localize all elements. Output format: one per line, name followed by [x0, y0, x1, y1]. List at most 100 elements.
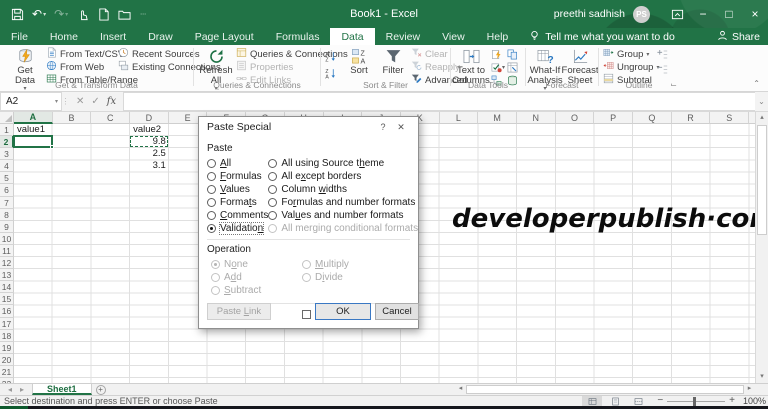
tab-page-layout[interactable]: Page Layout [184, 28, 265, 45]
radio-formulas[interactable]: Formulas [207, 170, 268, 183]
row-header-9[interactable]: 9 [0, 221, 14, 233]
column-header-a[interactable]: A [14, 112, 53, 124]
zoom-in-icon[interactable]: + [729, 396, 735, 406]
cancel-button[interactable]: Cancel [375, 303, 419, 320]
column-header-n[interactable]: N [517, 112, 556, 124]
cancel-entry-icon[interactable]: ✕ [76, 96, 84, 107]
horizontal-scroll-thumb[interactable] [466, 385, 744, 394]
page-layout-view-icon[interactable] [605, 396, 625, 406]
radio-values-and-number-formats[interactable]: Values and number formats [268, 209, 418, 222]
row-header-18[interactable]: 18 [0, 330, 14, 342]
fill-handle[interactable] [50, 145, 54, 149]
group-button[interactable]: Group▾ [603, 48, 659, 60]
radio-icon[interactable] [268, 185, 277, 194]
radio-icon[interactable] [207, 211, 216, 220]
column-header-l[interactable]: L [440, 112, 479, 124]
expand-formula-bar-icon[interactable]: ⌄ [755, 92, 768, 111]
row-header-20[interactable]: 20 [0, 354, 14, 366]
radio-icon[interactable] [268, 159, 277, 168]
zoom-level[interactable]: 100% [738, 396, 766, 406]
cell-D4[interactable]: 3.1 [130, 160, 169, 172]
hide-detail-icon[interactable] [657, 63, 668, 75]
page-break-view-icon[interactable] [628, 396, 648, 406]
sort-descending-icon[interactable]: ZA [325, 67, 336, 79]
insert-function-icon[interactable]: fx [107, 96, 116, 107]
new-file-icon[interactable] [94, 4, 113, 24]
user-name[interactable]: preethi sadhish [554, 8, 625, 20]
tab-help[interactable]: Help [476, 28, 520, 45]
radio-icon[interactable] [207, 198, 216, 207]
ungroup-button[interactable]: Ungroup▾ [603, 61, 659, 73]
tab-data[interactable]: Data [330, 28, 374, 45]
sheet-nav-right-icon[interactable]: ▸ [20, 385, 24, 394]
radio-all[interactable]: All [207, 157, 268, 170]
save-icon[interactable] [8, 4, 27, 24]
zoom-slider-handle[interactable] [693, 397, 696, 406]
outline-dialog-launcher-icon[interactable]: ⌙ [670, 80, 677, 89]
tab-file[interactable]: File [0, 28, 39, 45]
tell-me-box[interactable]: Tell me what you want to do [519, 28, 685, 45]
tab-insert[interactable]: Insert [89, 28, 137, 45]
row-header-6[interactable]: 6 [0, 184, 14, 196]
remove-duplicates-icon[interactable] [507, 48, 521, 61]
row-header-1[interactable]: 1 [0, 124, 14, 136]
row-header-21[interactable]: 21 [0, 366, 14, 378]
column-header-r[interactable]: R [672, 112, 711, 124]
zoom-out-icon[interactable]: − [657, 396, 663, 406]
dialog-help-icon[interactable]: ? [374, 122, 392, 132]
row-header-19[interactable]: 19 [0, 342, 14, 354]
sort-ascending-icon[interactable]: AZ [325, 50, 336, 62]
undo-icon[interactable]: ↶▾ [29, 4, 49, 24]
column-header-q[interactable]: Q [633, 112, 672, 124]
radio-icon[interactable] [207, 159, 216, 168]
close-button[interactable]: × [742, 0, 768, 28]
share-button[interactable]: Share [717, 28, 760, 45]
name-box[interactable]: A2 ▾ [0, 92, 62, 111]
enter-entry-icon[interactable]: ✓ [91, 96, 99, 107]
tab-view[interactable]: View [431, 28, 476, 45]
vertical-scroll-thumb[interactable] [757, 125, 767, 235]
zoom-slider[interactable] [667, 401, 725, 402]
column-header-m[interactable]: M [478, 112, 517, 124]
customize-qat-icon[interactable]: ⋯ [136, 4, 149, 24]
row-header-10[interactable]: 10 [0, 233, 14, 245]
row-header-17[interactable]: 17 [0, 318, 14, 330]
ribbon-display-options-icon[interactable] [664, 0, 690, 28]
column-header-s[interactable]: S [710, 112, 749, 124]
radio-icon[interactable] [207, 185, 216, 194]
row-header-5[interactable]: 5 [0, 172, 14, 184]
column-header-b[interactable]: B [53, 112, 92, 124]
row-header-7[interactable]: 7 [0, 197, 14, 209]
row-header-2[interactable]: 2 [0, 136, 14, 148]
radio-values[interactable]: Values [207, 183, 268, 196]
radio-comments[interactable]: Comments [207, 209, 268, 222]
avatar[interactable]: PS [633, 6, 650, 23]
row-header-15[interactable]: 15 [0, 293, 14, 305]
dialog-title-bar[interactable]: Paste Special ? ✕ [199, 117, 418, 137]
sheet-tab-sheet1[interactable]: Sheet1 [32, 384, 92, 395]
radio-icon[interactable] [268, 211, 277, 220]
cell-D3[interactable]: 2.5 [130, 148, 169, 160]
ok-button[interactable]: OK [315, 303, 371, 320]
scroll-up-icon[interactable]: ▴ [756, 112, 768, 124]
radio-formulas-and-number-formats[interactable]: Formulas and number formats [268, 196, 418, 209]
name-box-dropdown-icon[interactable]: ▾ [55, 98, 58, 105]
vertical-scrollbar[interactable]: ▴ ▾ [755, 112, 768, 383]
restore-button[interactable]: □ [716, 0, 742, 28]
cell-D1[interactable]: value2 [130, 124, 169, 136]
sort-button[interactable]: ZA Sort [343, 47, 375, 76]
radio-icon[interactable] [207, 172, 216, 181]
scroll-left-icon[interactable]: ◂ [455, 384, 466, 394]
radio-icon[interactable] [268, 198, 277, 207]
row-header-4[interactable]: 4 [0, 160, 14, 172]
scroll-right-icon[interactable]: ▸ [744, 384, 755, 394]
row-header-11[interactable]: 11 [0, 245, 14, 257]
column-header-p[interactable]: P [594, 112, 633, 124]
tab-review[interactable]: Review [375, 28, 431, 45]
touch-mode-icon[interactable] [73, 4, 92, 24]
show-detail-icon[interactable] [657, 48, 668, 60]
radio-column-widths[interactable]: Column widths [268, 183, 418, 196]
column-header-o[interactable]: O [556, 112, 595, 124]
radio-validation[interactable]: Validation [207, 222, 268, 235]
column-header-d[interactable]: D [130, 112, 169, 124]
